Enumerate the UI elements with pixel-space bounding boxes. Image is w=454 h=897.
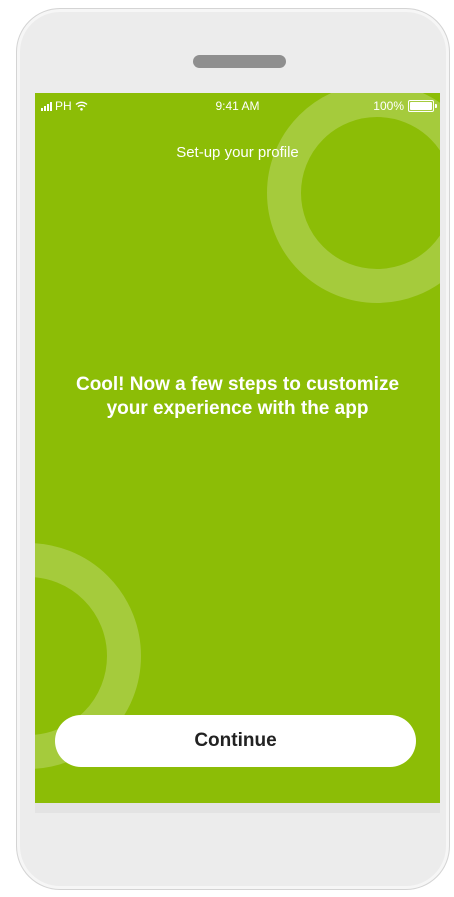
battery-percent: 100% bbox=[373, 99, 404, 113]
continue-button[interactable]: Continue bbox=[55, 715, 416, 767]
battery-icon bbox=[408, 100, 437, 112]
status-right: 100% bbox=[373, 99, 437, 113]
phone-speaker bbox=[193, 55, 286, 68]
status-bar: PH 9:41 AM 100% bbox=[35, 93, 440, 119]
battery-fill bbox=[410, 102, 432, 110]
app-screen: PH 9:41 AM 100% Set-up your profile Cool… bbox=[35, 93, 440, 803]
onboarding-headline: Cool! Now a few steps to customize your … bbox=[75, 374, 400, 419]
screen-title: Set-up your profile bbox=[176, 144, 299, 161]
decorative-ring-top bbox=[267, 93, 440, 303]
screen-bottom-strip bbox=[35, 803, 440, 813]
